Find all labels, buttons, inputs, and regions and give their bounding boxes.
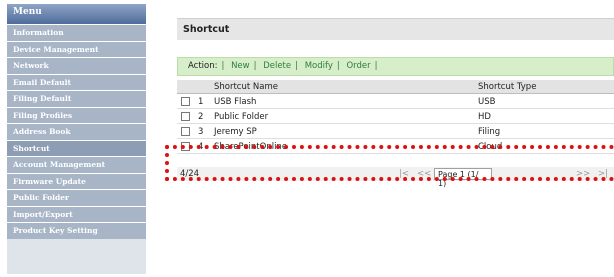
next-page-button[interactable]: >> <box>576 169 590 179</box>
sidebar-item-address-book[interactable]: Address Book <box>7 123 146 140</box>
shortcut-name[interactable]: USB Flash <box>214 97 256 107</box>
page-title: Shortcut <box>177 18 614 40</box>
column-header-type[interactable]: Shortcut Type <box>478 82 536 92</box>
sidebar-item-network[interactable]: Network <box>7 57 146 74</box>
sidebar-item-firmware-update[interactable]: Firmware Update <box>7 172 146 189</box>
table-row[interactable]: 3 Jeremy SP Filing <box>177 124 614 139</box>
sidebar-item-account-management[interactable]: Account Management <box>7 156 146 173</box>
row-checkbox[interactable] <box>181 127 190 136</box>
row-checkbox[interactable] <box>181 97 190 106</box>
separator: | <box>221 61 225 71</box>
table-header: Shortcut Name Shortcut Type <box>177 80 614 94</box>
table-row[interactable]: 1 USB Flash USB <box>177 94 614 109</box>
separator: | <box>374 61 378 71</box>
separator: | <box>336 61 340 71</box>
separator: | <box>295 61 298 71</box>
delete-button[interactable]: Delete <box>263 61 291 71</box>
row-checkbox[interactable] <box>181 112 190 121</box>
shortcut-name[interactable]: SharePointOnline <box>214 142 287 152</box>
record-count: 4/24 <box>180 169 200 179</box>
order-button[interactable]: Order <box>346 61 370 71</box>
shortcut-type: USB <box>478 97 496 107</box>
sidebar-item-information[interactable]: Information <box>7 24 146 41</box>
page-select[interactable]: Page 1 (1/ 1) <box>434 168 492 188</box>
table-row[interactable]: 4 SharePointOnline Cloud <box>177 139 614 154</box>
sidebar-item-product-key-setting[interactable]: Product Key Setting <box>7 222 146 239</box>
shortcut-name[interactable]: Public Folder <box>214 112 268 122</box>
sidebar-item-import-export[interactable]: Import/Export <box>7 205 146 222</box>
new-button[interactable]: New <box>231 61 250 71</box>
pager: 4/24 |< << Page 1 (1/ 1) >> >| <box>177 167 614 188</box>
row-number: 4 <box>198 142 204 152</box>
sidebar-item-device-management[interactable]: Device Management <box>7 40 146 57</box>
sidebar-item-filing-profiles[interactable]: Filing Profiles <box>7 106 146 123</box>
row-number: 2 <box>198 112 204 122</box>
modify-button[interactable]: Modify <box>305 61 333 71</box>
shortcut-type: Filing <box>478 127 501 137</box>
first-page-button[interactable]: |< <box>399 169 409 179</box>
table-row[interactable]: 2 Public Folder HD <box>177 109 614 124</box>
shortcut-type: HD <box>478 112 491 122</box>
sidebar-item-email-default[interactable]: Email Default <box>7 73 146 90</box>
sidebar-item-public-folder[interactable]: Public Folder <box>7 189 146 206</box>
row-number: 1 <box>198 97 204 107</box>
action-bar: Action: | New | Delete | Modify | Order | <box>177 57 614 76</box>
shortcut-name[interactable]: Jeremy SP <box>214 127 257 137</box>
shortcut-table: Shortcut Name Shortcut Type 1 USB Flash … <box>177 80 614 154</box>
row-number: 3 <box>198 127 204 137</box>
shortcut-type: Cloud <box>478 142 503 152</box>
separator: | <box>253 61 257 71</box>
column-header-name[interactable]: Shortcut Name <box>214 82 278 92</box>
row-checkbox[interactable] <box>181 142 190 151</box>
menu-header: Menu <box>7 4 146 24</box>
sidebar-menu: Menu Information Device Management Netwo… <box>7 4 146 274</box>
last-page-button[interactable]: >| <box>598 169 608 179</box>
action-label: Action: <box>188 61 218 71</box>
sidebar-item-filing-default[interactable]: Filing Default <box>7 90 146 107</box>
prev-page-button[interactable]: << <box>417 169 431 179</box>
sidebar-item-shortcut[interactable]: Shortcut <box>7 139 146 156</box>
